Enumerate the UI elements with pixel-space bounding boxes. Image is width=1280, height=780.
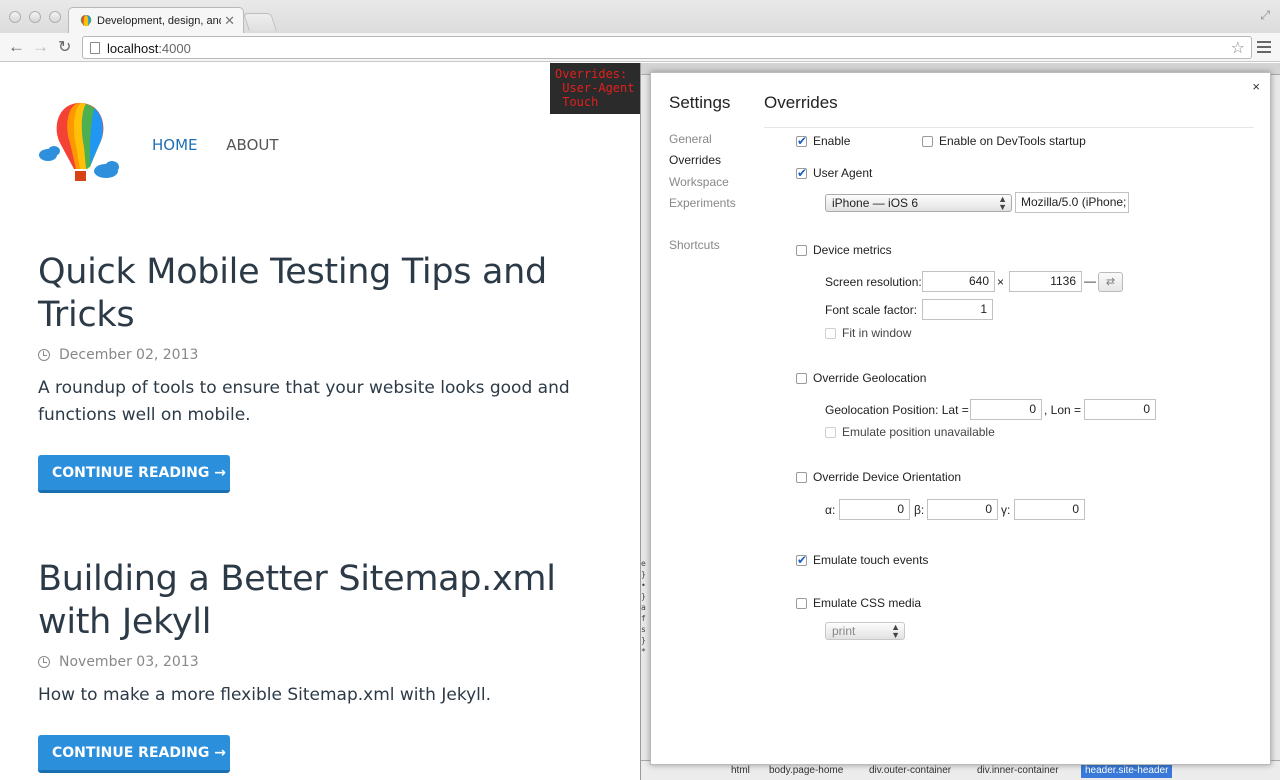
emulate-css-media-checkbox[interactable] (796, 598, 807, 609)
site-nav: HOME ABOUT (152, 136, 303, 154)
device-metrics-label: Device metrics (813, 243, 892, 257)
continue-reading-button[interactable]: CONTINUE READING → (38, 455, 230, 493)
nav-about-link[interactable]: ABOUT (226, 136, 278, 154)
select-arrows-icon: ▲ ▼ (998, 194, 1007, 212)
emulate-touch-label: Emulate touch events (813, 553, 929, 567)
emulate-css-media-label: Emulate CSS media (813, 596, 922, 610)
settings-title: Settings (669, 93, 731, 112)
back-icon[interactable]: ← (8, 37, 25, 57)
gamma-label: γ: (1001, 503, 1011, 517)
user-agent-select[interactable]: iPhone — iOS 6 ▲ ▼ (825, 194, 1012, 212)
times-symbol: × (997, 275, 1005, 289)
fit-in-window-checkbox[interactable] (825, 328, 836, 339)
clock-icon (38, 656, 50, 668)
alpha-input[interactable]: 0 (839, 499, 910, 520)
css-media-select[interactable]: print ▲ ▼ (825, 622, 905, 640)
device-metrics-checkbox[interactable] (796, 245, 807, 256)
balloon-logo-icon[interactable] (38, 99, 122, 189)
section-title: Overrides (764, 93, 838, 112)
bookmark-star-icon[interactable]: ☆ (1231, 38, 1245, 58)
post-date: November 03, 2013 (38, 654, 598, 670)
emulate-position-unavailable-checkbox[interactable] (825, 427, 836, 438)
user-agent-string-input[interactable]: Mozilla/5.0 (iPhone; (1015, 192, 1129, 213)
geolocation-position-label: Geolocation Position: Lat = (825, 403, 969, 417)
close-window-button[interactable] (9, 11, 21, 23)
web-page: HOME ABOUT Quick Mobile Testing Tips and… (0, 63, 640, 780)
browser-tabstrip: Development, design, and ✕ ⤢ (0, 0, 1280, 34)
enable-checkbox[interactable] (796, 134, 807, 148)
page-icon (90, 42, 100, 54)
select-arrows-icon: ▲ ▼ (891, 622, 900, 640)
new-tab-button[interactable] (243, 13, 277, 31)
override-geolocation-label: Override Geolocation (813, 371, 927, 385)
override-geolocation-checkbox[interactable] (796, 373, 807, 384)
zoom-window-button[interactable] (49, 11, 61, 23)
tab-title: Development, design, and (97, 15, 221, 27)
breadcrumb-item[interactable]: body.page-home (769, 765, 843, 776)
overrides-badge: Overrides: User-Agent Touch (550, 63, 640, 114)
balloon-favicon-icon (80, 15, 92, 26)
override-orientation-checkbox[interactable] (796, 472, 807, 483)
nav-home-link[interactable]: HOME (152, 136, 198, 154)
user-agent-checkbox[interactable] (796, 166, 807, 180)
longitude-input[interactable]: 0 (1084, 399, 1156, 420)
breadcrumb-item[interactable]: div.inner-container (977, 765, 1059, 776)
sidebar-item-experiments[interactable]: Experiments (669, 196, 736, 210)
browser-tab[interactable]: Development, design, and ✕ (68, 7, 244, 34)
emulate-touch-checkbox[interactable] (796, 553, 807, 567)
minimize-window-button[interactable] (29, 11, 41, 23)
clock-icon (38, 349, 50, 361)
reload-icon[interactable]: ↻ (58, 37, 71, 57)
post-excerpt: How to make a more flexible Sitemap.xml … (38, 685, 491, 705)
enable-label: Enable (813, 134, 851, 148)
post-title[interactable]: Quick Mobile Testing Tips and Tricks (38, 251, 598, 337)
post-title[interactable]: Building a Better Sitemap.xml with Jekyl… (38, 558, 598, 644)
post-excerpt: A roundup of tools to ensure that your w… (38, 378, 570, 425)
post-card: Quick Mobile Testing Tips and Tricks Dec… (38, 251, 598, 493)
alpha-label: α: (825, 503, 836, 517)
font-scale-input[interactable]: 1 (922, 299, 993, 320)
browser-toolbar: ← → ↻ localhost:4000 ☆ (0, 33, 1280, 62)
beta-label: β: (914, 503, 925, 517)
fit-in-window-label: Fit in window (842, 326, 912, 340)
swap-dimensions-button[interactable]: ⇄ (1098, 272, 1123, 292)
continue-reading-button[interactable]: CONTINUE READING → (38, 735, 230, 773)
address-bar[interactable]: localhost:4000 ☆ (82, 36, 1252, 59)
close-icon[interactable]: × (1252, 79, 1260, 94)
sidebar-item-general[interactable]: General (669, 132, 712, 146)
sidebar-item-workspace[interactable]: Workspace (669, 175, 729, 189)
enable-on-startup-label: Enable on DevTools startup (939, 134, 1086, 148)
settings-dialog: × Settings Overrides General Overrides W… (650, 72, 1271, 765)
fullscreen-icon[interactable]: ⤢ (1260, 8, 1270, 23)
post-date: December 02, 2013 (38, 347, 598, 363)
emulate-position-unavailable-label: Emulate position unavailable (842, 425, 995, 439)
enable-on-startup-checkbox[interactable] (922, 136, 933, 147)
tab-close-icon[interactable]: ✕ (224, 13, 235, 29)
override-orientation-label: Override Device Orientation (813, 470, 962, 484)
forward-icon[interactable]: → (32, 37, 49, 57)
screen-width-input[interactable]: 640 (922, 271, 995, 292)
sidebar-item-shortcuts[interactable]: Shortcuts (669, 238, 720, 252)
menu-icon[interactable] (1257, 41, 1271, 53)
font-scale-label: Font scale factor: (825, 303, 918, 317)
longitude-label: , Lon = (1044, 403, 1082, 417)
divider (764, 127, 1254, 128)
breadcrumb-item-selected[interactable]: header.site-header (1081, 763, 1173, 778)
screen-resolution-label: Screen resolution: (825, 275, 922, 289)
sidebar-item-overrides[interactable]: Overrides (669, 153, 721, 167)
breadcrumb-item[interactable]: html (731, 765, 750, 776)
breadcrumb-item[interactable]: div.outer-container (869, 765, 951, 776)
beta-input[interactable]: 0 (927, 499, 998, 520)
latitude-input[interactable]: 0 (970, 399, 1042, 420)
user-agent-label: User Agent (813, 166, 873, 180)
dash-symbol: — (1084, 274, 1096, 288)
url-text: localhost:4000 (107, 41, 191, 56)
gamma-input[interactable]: 0 (1014, 499, 1085, 520)
post-card: Building a Better Sitemap.xml with Jekyl… (38, 558, 598, 773)
screen-height-input[interactable]: 1136 (1009, 271, 1082, 292)
